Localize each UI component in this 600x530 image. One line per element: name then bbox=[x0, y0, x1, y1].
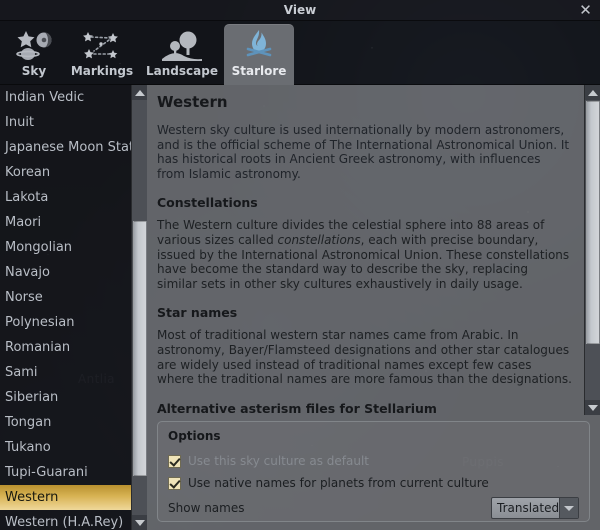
sidebar-item-tongan[interactable]: Tongan bbox=[0, 410, 131, 435]
description-scroll-thumb[interactable] bbox=[586, 101, 600, 344]
tab-sky[interactable]: Sky bbox=[0, 24, 68, 85]
sidebar-item-romanian[interactable]: Romanian bbox=[0, 335, 131, 360]
campfire-starlore-icon bbox=[242, 28, 276, 62]
culture-intro: Western sky culture is used internationa… bbox=[157, 123, 570, 181]
tab-strip: Sky Markings Landscape Starlore bbox=[0, 21, 600, 85]
description-scroll-up-icon[interactable] bbox=[585, 85, 600, 100]
constellation-markings-icon bbox=[80, 28, 124, 62]
sidebar-item-maori[interactable]: Maori bbox=[0, 210, 131, 235]
tab-landscape[interactable]: Landscape bbox=[146, 24, 218, 85]
show-names-row: Show names Translated bbox=[168, 497, 579, 519]
sidebar-scrollbar[interactable] bbox=[131, 85, 147, 530]
tab-markings-label: Markings bbox=[70, 64, 134, 78]
sidebar-item-mongolian[interactable]: Mongolian bbox=[0, 235, 131, 260]
sidebar-item-japanese-moon-stati[interactable]: Japanese Moon Stati... bbox=[0, 135, 131, 160]
window-title: View bbox=[283, 3, 317, 17]
sidebar-item-indian-vedic[interactable]: Indian Vedic bbox=[0, 85, 131, 110]
sky-planet-star-icon bbox=[14, 28, 54, 62]
sidebar-item-polynesian[interactable]: Polynesian bbox=[0, 310, 131, 335]
sidebar-scroll-up-icon[interactable] bbox=[132, 85, 147, 100]
tab-starlore-label: Starlore bbox=[231, 64, 287, 78]
sidebar-item-korean[interactable]: Korean bbox=[0, 160, 131, 185]
sidebar-item-tukano[interactable]: Tukano bbox=[0, 435, 131, 460]
sidebar-item-norse[interactable]: Norse bbox=[0, 285, 131, 310]
sidebar-item-western-h-a-rey[interactable]: Western (H.A.Rey) bbox=[0, 510, 131, 530]
native-planet-names-checkbox[interactable] bbox=[168, 476, 181, 490]
show-names-dropdown[interactable]: Translated bbox=[491, 497, 579, 519]
dialog-body: Indian VedicInuitJapanese Moon Stati...K… bbox=[0, 85, 600, 530]
constellations-italic-term: constellations bbox=[277, 232, 361, 247]
tab-starlore[interactable]: Starlore bbox=[224, 24, 294, 85]
constellations-body: The Western culture divides the celestia… bbox=[157, 218, 572, 291]
description-area: Western Western sky culture is used inte… bbox=[147, 85, 600, 415]
tab-markings[interactable]: Markings bbox=[68, 24, 136, 85]
show-names-label: Show names bbox=[168, 501, 245, 515]
view-dialog-window: View ✕ Sky Markings Landscape Starlore I… bbox=[0, 0, 600, 530]
culture-heading: Western bbox=[157, 93, 228, 111]
sidebar-scroll-thumb[interactable] bbox=[133, 221, 147, 476]
landscape-trees-icon bbox=[160, 28, 204, 62]
constellations-heading: Constellations bbox=[157, 195, 258, 211]
description-scroll-down-icon[interactable] bbox=[585, 400, 600, 415]
sidebar-item-sami[interactable]: Sami bbox=[0, 360, 131, 385]
native-planet-names-label: Use native names for planets from curren… bbox=[188, 476, 489, 490]
sidebar-item-inuit[interactable]: Inuit bbox=[0, 110, 131, 135]
starnames-body: Most of traditional western star names c… bbox=[157, 328, 572, 387]
sidebar-item-western[interactable]: Western bbox=[0, 485, 131, 510]
sky-culture-content-pane: Western Western sky culture is used inte… bbox=[147, 85, 600, 530]
options-panel: Options Use this sky culture as default … bbox=[157, 421, 590, 522]
sky-culture-sidebar: Indian VedicInuitJapanese Moon Stati...K… bbox=[0, 85, 147, 530]
native-planet-names-checkbox-row[interactable]: Use native names for planets from curren… bbox=[168, 472, 579, 494]
sidebar-item-tupi-guarani[interactable]: Tupi-Guarani bbox=[0, 460, 131, 485]
sky-culture-list[interactable]: Indian VedicInuitJapanese Moon Stati...K… bbox=[0, 85, 131, 530]
description-text: Western Western sky culture is used inte… bbox=[147, 85, 584, 415]
tab-sky-label: Sky bbox=[21, 64, 47, 78]
chevron-down-icon[interactable] bbox=[559, 498, 578, 518]
description-scrollbar[interactable] bbox=[584, 85, 600, 415]
use-as-default-label: Use this sky culture as default bbox=[188, 454, 369, 468]
tab-landscape-label: Landscape bbox=[146, 64, 218, 78]
starnames-heading: Star names bbox=[157, 305, 238, 321]
title-bar[interactable]: View ✕ bbox=[0, 0, 600, 21]
sidebar-item-lakota[interactable]: Lakota bbox=[0, 185, 131, 210]
use-as-default-checkbox[interactable] bbox=[168, 454, 181, 468]
asterisms-heading: Alternative asterism files for Stellariu… bbox=[157, 400, 437, 415]
use-as-default-checkbox-row[interactable]: Use this sky culture as default bbox=[168, 450, 579, 472]
options-title: Options bbox=[168, 429, 221, 443]
close-icon[interactable]: ✕ bbox=[577, 2, 594, 19]
sidebar-item-siberian[interactable]: Siberian bbox=[0, 385, 131, 410]
show-names-dropdown-value: Translated bbox=[497, 501, 559, 515]
sidebar-item-navajo[interactable]: Navajo bbox=[0, 260, 131, 285]
sidebar-scroll-down-icon[interactable] bbox=[132, 515, 147, 530]
